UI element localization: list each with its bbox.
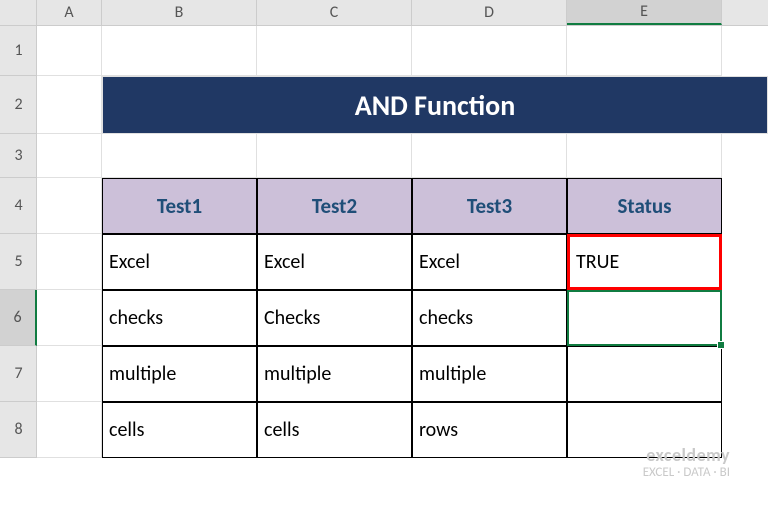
cell-C7[interactable]: multiple xyxy=(257,346,412,402)
column-headers: A B C D E xyxy=(0,0,768,26)
cell-A1[interactable] xyxy=(37,26,102,76)
row-header-2[interactable]: 2 xyxy=(0,76,37,134)
watermark-brand: exceldemy xyxy=(643,446,730,466)
row-headers: 1 2 3 4 5 6 7 8 xyxy=(0,26,37,458)
row-header-3[interactable]: 3 xyxy=(0,134,37,178)
cell-D1[interactable] xyxy=(412,26,567,76)
cells-area: AND Function Test1 Test2 Test3 Status Ex… xyxy=(37,26,768,458)
header-status[interactable]: Status xyxy=(567,178,722,234)
cell-E7[interactable] xyxy=(567,346,722,402)
title-text: AND Function xyxy=(355,88,515,123)
cell-E1[interactable] xyxy=(567,26,722,76)
header-test2[interactable]: Test2 xyxy=(257,178,412,234)
row-header-7[interactable]: 7 xyxy=(0,346,37,402)
cell-A8[interactable] xyxy=(37,402,102,458)
cell-A7[interactable] xyxy=(37,346,102,402)
col-header-C[interactable]: C xyxy=(257,0,412,25)
cell-C8[interactable]: cells xyxy=(257,402,412,458)
watermark-tagline: EXCEL · DATA · BI xyxy=(643,466,730,480)
cell-D5[interactable]: Excel xyxy=(412,234,567,290)
title-cell[interactable]: AND Function xyxy=(102,76,768,134)
row-header-8[interactable]: 8 xyxy=(0,402,37,458)
col-header-E[interactable]: E xyxy=(567,0,722,25)
cell-C5[interactable]: Excel xyxy=(257,234,412,290)
cell-A5[interactable] xyxy=(37,234,102,290)
cell-D3[interactable] xyxy=(412,134,567,178)
cell-B3[interactable] xyxy=(102,134,257,178)
cell-A3[interactable] xyxy=(37,134,102,178)
cell-B6[interactable]: checks xyxy=(102,290,257,346)
header-test1[interactable]: Test1 xyxy=(102,178,257,234)
row-header-4[interactable]: 4 xyxy=(0,178,37,234)
cell-E6[interactable] xyxy=(567,290,722,346)
cell-B5[interactable]: Excel xyxy=(102,234,257,290)
cell-E5[interactable]: TRUE xyxy=(567,234,722,290)
cell-E3[interactable] xyxy=(567,134,722,178)
cell-C3[interactable] xyxy=(257,134,412,178)
row-header-1[interactable]: 1 xyxy=(0,26,37,76)
cell-D7[interactable]: multiple xyxy=(412,346,567,402)
cell-B1[interactable] xyxy=(102,26,257,76)
cell-D8[interactable]: rows xyxy=(412,402,567,458)
select-all-corner[interactable] xyxy=(0,0,37,25)
cell-A4[interactable] xyxy=(37,178,102,234)
cell-B7[interactable]: multiple xyxy=(102,346,257,402)
cell-A6[interactable] xyxy=(37,290,102,346)
row-header-6[interactable]: 6 xyxy=(0,290,37,346)
fill-handle[interactable] xyxy=(717,341,725,349)
col-header-A[interactable]: A xyxy=(37,0,102,25)
watermark: exceldemy EXCEL · DATA · BI xyxy=(643,446,730,480)
col-header-D[interactable]: D xyxy=(412,0,567,25)
col-header-B[interactable]: B xyxy=(102,0,257,25)
cell-A2[interactable] xyxy=(37,76,102,134)
cell-B8[interactable]: cells xyxy=(102,402,257,458)
header-test3[interactable]: Test3 xyxy=(412,178,567,234)
cell-D6[interactable]: checks xyxy=(412,290,567,346)
spreadsheet-grid: A B C D E 1 2 3 4 5 6 7 8 AND Function xyxy=(0,0,768,514)
cell-C6[interactable]: Checks xyxy=(257,290,412,346)
row-header-5[interactable]: 5 xyxy=(0,234,37,290)
cell-C1[interactable] xyxy=(257,26,412,76)
